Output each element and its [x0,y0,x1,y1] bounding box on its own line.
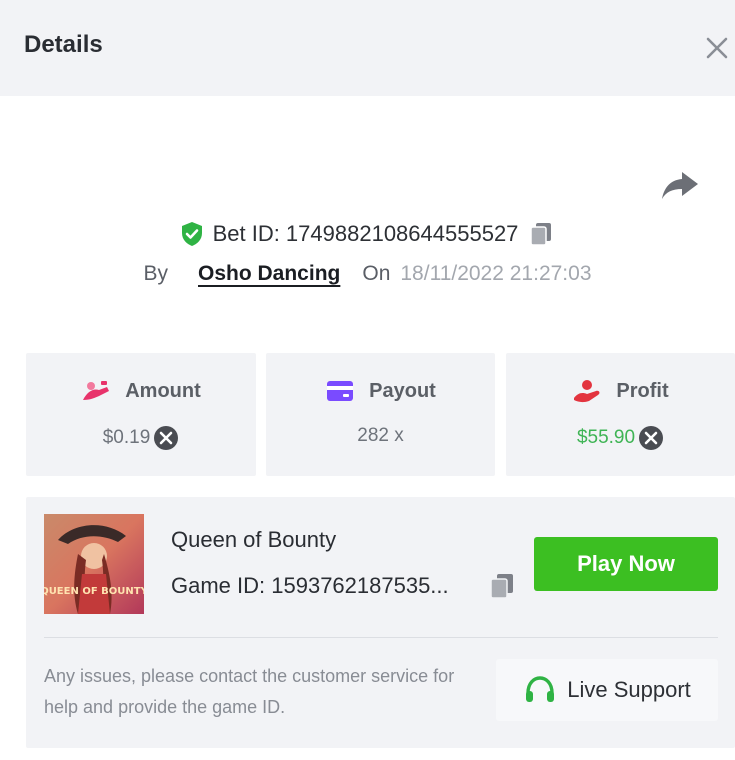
stat-amount: Amount $0.19 [26,353,256,476]
stat-label: Profit [616,379,669,402]
bet-meta: By Osho Dancing On 18/11/2022 21:27:03 [0,262,735,286]
close-icon[interactable] [702,30,732,64]
by-label: By [143,262,168,285]
live-support-label: Live Support [567,677,691,702]
copy-icon[interactable] [526,219,556,249]
stat-value: 282 x [357,425,404,446]
game-card: QUEEN OF BOUNTY Queen of Bounty Game ID:… [26,497,735,748]
thumb-title: QUEEN OF BOUNTY [44,586,144,597]
bet-datetime: 18/11/2022 21:27:03 [400,262,592,285]
bet-stats: Amount $0.19 Payout 282 x Profit $55.90 [26,353,735,476]
divider [44,637,718,638]
play-now-button[interactable]: Play Now [534,537,718,591]
stat-profit: Profit $55.90 [506,353,735,476]
game-thumbnail[interactable]: QUEEN OF BOUNTY [44,514,144,614]
bet-id-row: Bet ID: 1749882108644555527 [0,219,735,249]
page-title: Details [24,31,103,58]
coin-icon [639,426,664,450]
verified-shield-icon [181,222,202,246]
details-header: Details [0,0,735,96]
game-id: Game ID: 1593762187535... [171,573,449,598]
copy-icon[interactable] [486,570,518,602]
profit-hand-icon [574,380,600,403]
coin-icon [154,426,179,450]
on-label: On [362,262,391,285]
live-support-button[interactable]: Live Support [496,659,718,721]
bet-id: Bet ID: 1749882108644555527 [212,221,519,246]
stat-label: Payout [369,379,436,402]
card-icon [327,381,354,401]
amount-icon [83,381,110,400]
stat-payout: Payout 282 x [266,353,495,476]
game-name: Queen of Bounty [171,527,337,552]
share-icon[interactable] [660,168,700,202]
stat-value: $55.90 [576,427,636,448]
headset-icon [526,676,555,702]
stat-label: Amount [125,379,201,402]
stat-value: $0.19 [102,427,151,448]
user-link[interactable]: Osho Dancing [198,262,340,285]
help-text: Any issues, please contact the customer … [44,666,455,717]
